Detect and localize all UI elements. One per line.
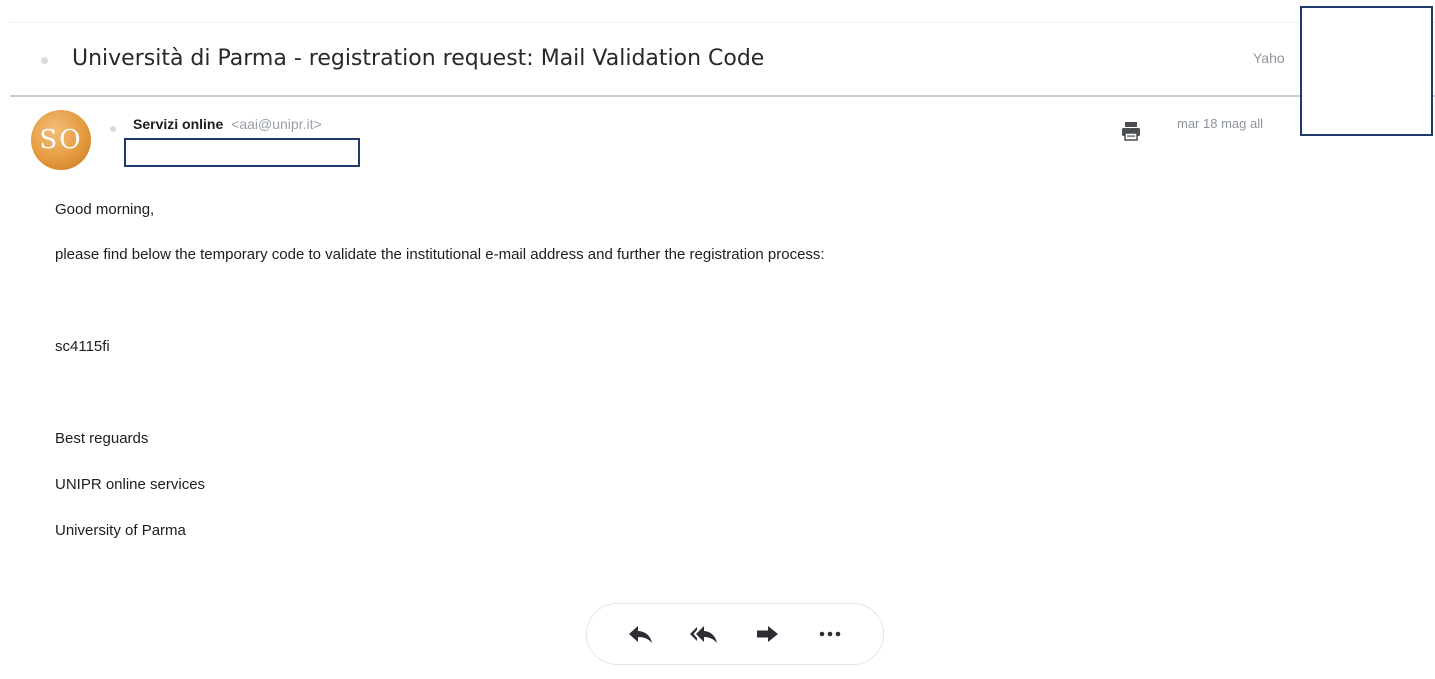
reply-all-icon: [689, 626, 717, 643]
folder-label[interactable]: Yaho: [1253, 50, 1285, 66]
more-icon: [819, 631, 840, 637]
message-date: mar 18 mag all: [1177, 116, 1263, 131]
print-icon[interactable]: [1119, 119, 1143, 143]
email-subject: Università di Parma - registration reque…: [72, 46, 765, 71]
sender-email[interactable]: <aai@unipr.it>: [231, 116, 322, 132]
sender-name[interactable]: Servizi online: [133, 116, 223, 132]
avatar[interactable]: SO: [31, 110, 91, 170]
forward-icon: [756, 626, 778, 642]
reply-all-button[interactable]: [682, 612, 726, 656]
body-closing: Best reguards: [55, 430, 149, 447]
forward-button[interactable]: [745, 612, 789, 656]
avatar-initials: SO: [39, 125, 83, 155]
body-greeting: Good morning,: [55, 201, 155, 218]
top-strip: [0, 0, 1435, 22]
unread-indicator-icon: [41, 57, 48, 64]
message-actions-bar: [586, 603, 884, 665]
reply-button[interactable]: [619, 612, 663, 656]
redaction-box: [1300, 6, 1433, 136]
recipient-redaction-box: [124, 138, 360, 167]
reply-icon: [628, 626, 652, 643]
body-intro: please find below the temporary code to …: [55, 246, 825, 263]
email-viewer: Università di Parma - registration reque…: [0, 0, 1435, 679]
signature-line-1: UNIPR online services: [55, 476, 206, 493]
sender-status-icon: [110, 126, 116, 132]
validation-code: sc4115fi: [55, 338, 110, 355]
signature-line-2: University of Parma: [55, 522, 186, 539]
sender-line: Servizi online <aai@unipr.it>: [133, 116, 322, 132]
subject-bar: Università di Parma - registration reque…: [10, 22, 1435, 97]
more-button[interactable]: [808, 612, 852, 656]
